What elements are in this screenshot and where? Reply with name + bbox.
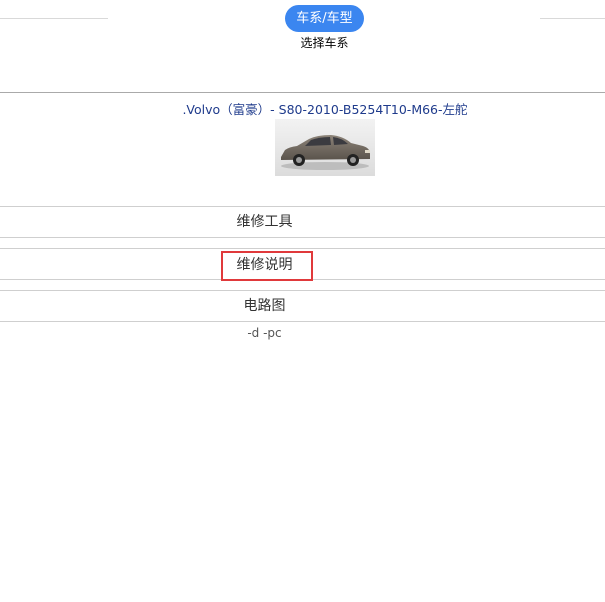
divider [0, 248, 605, 249]
menu-item-wiring-diagram[interactable]: 电路图 [0, 291, 605, 321]
menu-item-label: 电路图 [243, 298, 286, 314]
header-divider [0, 92, 605, 93]
footer-code-text: -d -pc [247, 326, 282, 340]
step-pill-series-model[interactable]: 车系/车型 [285, 5, 364, 32]
divider [0, 237, 605, 238]
step-label: 选择车系 [300, 36, 349, 50]
car-photo[interactable] [275, 119, 375, 176]
divider [0, 321, 605, 322]
highlight-box [221, 251, 313, 281]
footer-code: -d -pc [0, 326, 605, 340]
stepper-line-right [540, 18, 605, 19]
menu-item-label: 维修工具 [236, 214, 293, 230]
vehicle-title[interactable]: .Volvo（富豪）- S80-2010-B5254T10-M66-左舵 [0, 99, 605, 118]
menu-item-repair-tools[interactable]: 维修工具 [0, 207, 605, 237]
stepper-line-left [0, 18, 108, 19]
